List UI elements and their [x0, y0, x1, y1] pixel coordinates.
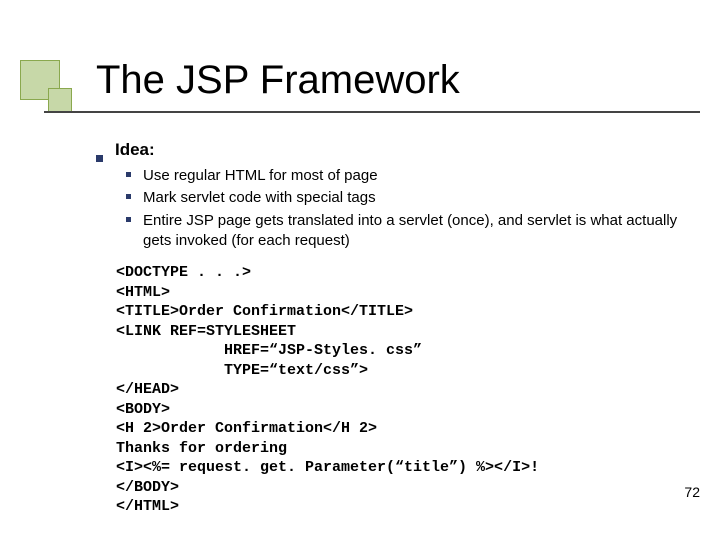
bullet-idea: Idea:: [96, 140, 680, 160]
subpoint-text: Entire JSP page gets translated into a s…: [143, 211, 680, 252]
subpoint-text: Mark servlet code with special tags: [143, 188, 680, 208]
slide-content: Idea: Use regular HTML for most of page …: [96, 140, 680, 517]
deco-square-small: [48, 88, 72, 112]
bullet-icon: [126, 172, 131, 177]
idea-label: Idea:: [115, 140, 155, 160]
title-underline: [44, 111, 700, 113]
subpoint-3: Entire JSP page gets translated into a s…: [126, 211, 680, 252]
subpoint-1: Use regular HTML for most of page: [126, 166, 680, 186]
bullet-icon: [126, 194, 131, 199]
subpoint-2: Mark servlet code with special tags: [126, 188, 680, 208]
subpoint-text: Use regular HTML for most of page: [143, 166, 680, 186]
slide-title: The JSP Framework: [96, 58, 460, 103]
idea-sublist: Use regular HTML for most of page Mark s…: [126, 166, 680, 251]
bullet-icon: [96, 155, 103, 162]
slide-corner-decoration: [20, 60, 72, 112]
bullet-icon: [126, 217, 131, 222]
code-sample: <DOCTYPE . . .> <HTML> <TITLE>Order Conf…: [116, 263, 680, 517]
page-number: 72: [684, 484, 700, 500]
